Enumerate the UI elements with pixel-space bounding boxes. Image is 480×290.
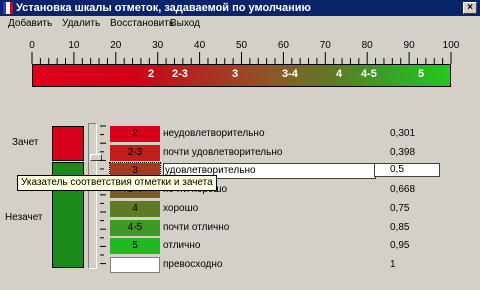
ruler-label: 60: [277, 40, 289, 51]
grade-row[interactable]: 4 хорошо 0,75: [110, 200, 470, 218]
pass-label: Зачет: [12, 137, 39, 148]
grade-color-swatch[interactable]: 2-3: [110, 144, 160, 161]
grade-value-field[interactable]: [374, 163, 440, 178]
grade-scale-bar[interactable]: [32, 64, 451, 87]
menu-restore[interactable]: Восстановить: [110, 17, 174, 30]
grade-description: превосходно: [163, 258, 223, 270]
grade-color-swatch[interactable]: 5: [110, 238, 160, 255]
grade-color-swatch[interactable]: 4-5: [110, 219, 160, 236]
grade-threshold-value: 0,668: [390, 184, 416, 196]
window-title: Установка шкалы отметок, задаваемой по у…: [16, 2, 311, 14]
percent-ruler: [31, 52, 452, 64]
grade-row[interactable]: 5 отлично 0,95: [110, 237, 470, 255]
grade-color-swatch[interactable]: 2: [110, 126, 160, 142]
scale-mark-label: 4: [336, 68, 343, 80]
grade-color-swatch[interactable]: [110, 256, 160, 273]
tooltip: Указатель соответствия отметки и зачета: [17, 175, 217, 191]
ruler-label: 20: [110, 40, 122, 51]
grade-threshold-value: 0,301: [390, 128, 416, 139]
window-flag-icon: [3, 2, 13, 14]
grade-row[interactable]: 4-5 почти отлично 0,85: [110, 219, 470, 237]
ruler-labels: 0 10 20 30 40 50 60 70 80 90 100: [0, 40, 480, 52]
grade-threshold-value: 0,5: [390, 164, 404, 176]
ruler-label: 50: [235, 40, 248, 51]
pass-bar: [52, 126, 84, 161]
ruler-label: 90: [403, 40, 415, 51]
menu-bar: Добавить Удалить Восстановить Выход: [0, 16, 480, 30]
grade-description: почти удовлетворительно: [163, 146, 283, 158]
grade-row[interactable]: 2-3 почти удовлетворительно 0,398: [110, 144, 470, 162]
grade-row[interactable]: превосходно 1: [110, 256, 470, 274]
grade-threshold-value: 0,75: [390, 202, 410, 214]
menu-exit[interactable]: Выход: [170, 17, 200, 30]
grade-description: почти отлично: [163, 221, 230, 233]
scale-mark-label: 3: [232, 68, 239, 80]
menu-add[interactable]: Добавить: [8, 17, 52, 30]
scale-mark-label: 3-4: [282, 68, 298, 80]
grade-threshold-value: 1: [390, 258, 396, 270]
title-bar: Установка шкалы отметок, задаваемой по у…: [0, 0, 480, 16]
threshold-ticks: [100, 125, 106, 265]
fail-label: Незачет: [5, 212, 43, 223]
grade-color-swatch[interactable]: 4: [110, 200, 160, 217]
ruler-label: 40: [194, 40, 206, 51]
scale-mark-label: 2: [148, 68, 155, 80]
close-button[interactable]: ×: [463, 2, 477, 14]
grade-description: неудовлетворительно: [163, 128, 265, 139]
menu-delete[interactable]: Удалить: [62, 17, 100, 30]
grade-row[interactable]: 2 неудовлетворительно 0,301: [110, 125, 470, 143]
grade-description: отлично: [163, 240, 201, 252]
grade-threshold-value: 0,398: [390, 146, 416, 158]
grade-threshold-value: 0,95: [390, 240, 410, 252]
scale-mark-label: 4-5: [361, 68, 377, 80]
ruler-label: 70: [319, 40, 331, 51]
ruler-label: 100: [442, 40, 460, 51]
ruler-label: 30: [152, 40, 164, 51]
ruler-label: 0: [29, 40, 35, 51]
grade-threshold-value: 0,85: [390, 221, 410, 233]
scale-mark-label: 5: [418, 68, 425, 80]
grade-description: хорошо: [163, 202, 199, 214]
pass-threshold-track[interactable]: [88, 123, 97, 269]
ruler-label: 10: [68, 40, 80, 51]
ruler-label: 80: [361, 40, 373, 51]
scale-mark-label: 2-3: [172, 68, 188, 80]
